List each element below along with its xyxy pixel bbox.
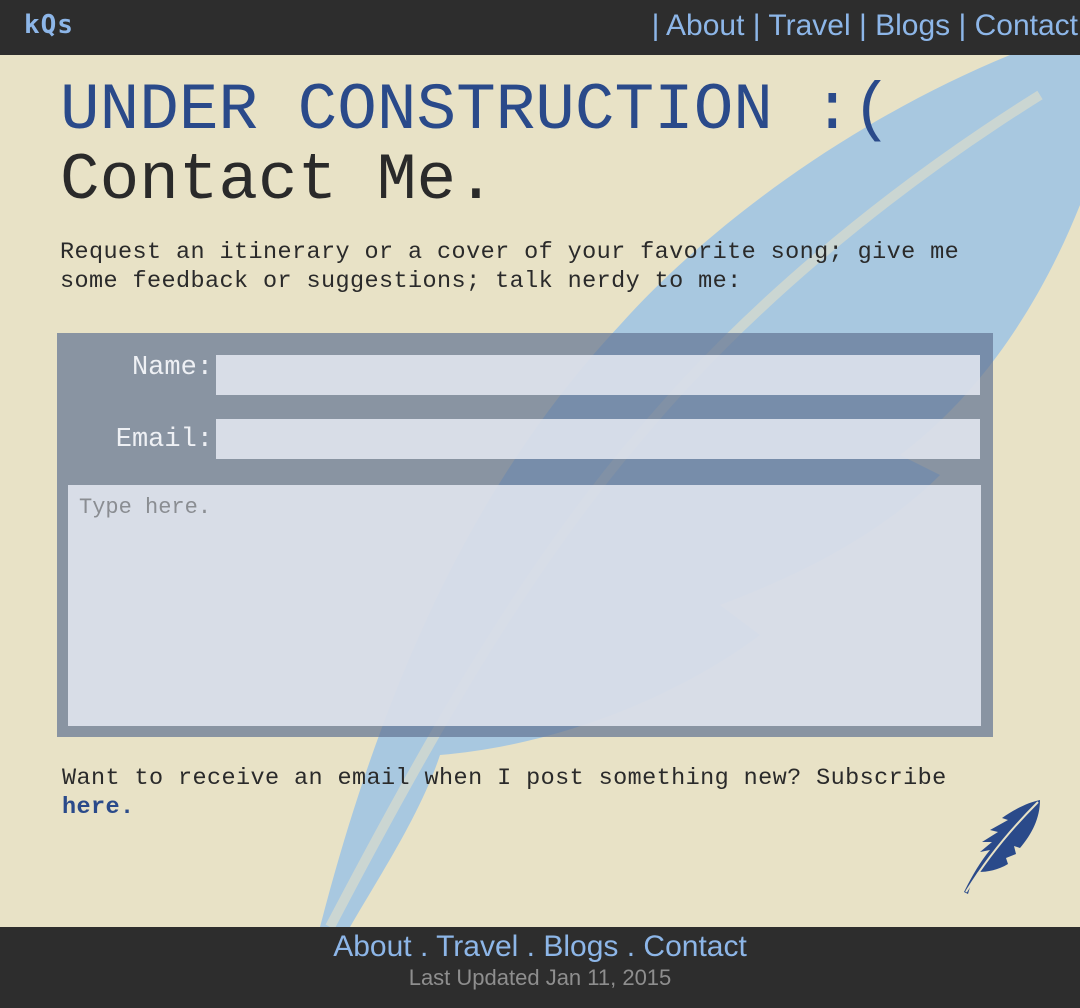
name-label: Name:: [131, 353, 213, 383]
name-input[interactable]: [216, 355, 980, 395]
feather-icon: [964, 800, 1040, 894]
nav-link-travel[interactable]: Travel: [768, 9, 850, 42]
page-title: Contact Me.: [60, 143, 496, 218]
footer: About . Travel . Blogs . Contact Last Up…: [0, 927, 1080, 1008]
nav-separator: |: [850, 9, 876, 42]
construction-notice: UNDER CONSTRUCTION :(: [60, 73, 892, 148]
intro-text: Request an itinerary or a cover of your …: [60, 239, 960, 295]
nav-separator: |: [651, 9, 667, 42]
nav-separator: |: [950, 9, 975, 42]
nav-link-blogs[interactable]: Blogs: [875, 9, 950, 42]
site-logo[interactable]: kQs: [24, 10, 74, 40]
last-updated: Last Updated Jan 11, 2015: [408, 965, 672, 990]
footer-link-about[interactable]: About: [333, 930, 411, 963]
subscribe-link[interactable]: here.: [62, 794, 135, 821]
footer-link-travel[interactable]: Travel: [436, 930, 518, 963]
top-navbar: kQs | About | Travel | Blogs | Contact: [0, 0, 1080, 55]
footer-separator: .: [411, 930, 437, 963]
footer-separator: .: [518, 930, 544, 963]
footer-link-blogs[interactable]: Blogs: [543, 930, 618, 963]
email-input[interactable]: [216, 419, 980, 459]
nav-link-contact[interactable]: Contact: [975, 9, 1078, 42]
nav-separator: |: [744, 9, 769, 42]
nav-link-about[interactable]: About: [666, 9, 744, 42]
footer-separator: .: [618, 930, 644, 963]
subscribe-text: Want to receive an email when I post som…: [62, 764, 962, 822]
subscribe-prompt: Want to receive an email when I post som…: [62, 765, 947, 792]
message-textarea[interactable]: [68, 485, 981, 726]
footer-nav: About . Travel . Blogs . Contact: [0, 930, 1080, 964]
footer-link-contact[interactable]: Contact: [643, 930, 746, 963]
top-nav: | About | Travel | Blogs | Contact: [652, 9, 1078, 43]
email-label: Email:: [115, 425, 213, 455]
